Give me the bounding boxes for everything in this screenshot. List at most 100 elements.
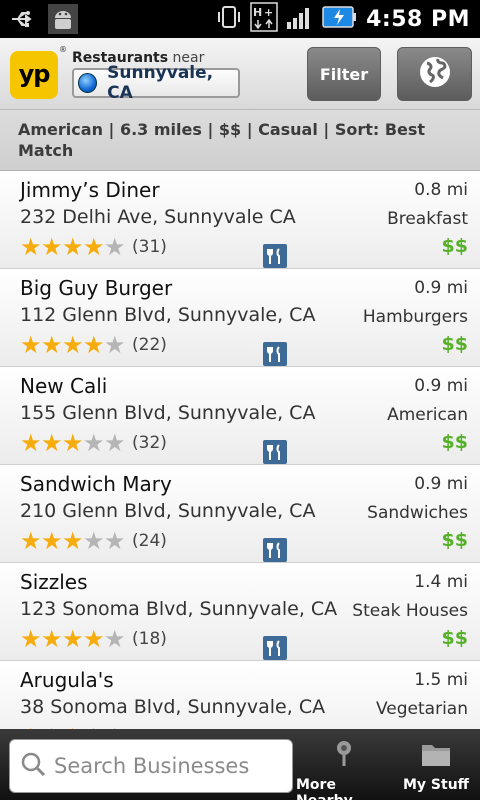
star-icon: ★ [104,429,126,457]
map-pin-icon [332,739,356,773]
menu-utensils-icon[interactable] [263,244,287,268]
location-selector[interactable]: Sunnyvale, CA [72,63,240,103]
folder-icon [420,739,452,773]
star-icon: ★ [41,233,63,261]
review-count: (32) [132,433,167,453]
business-category: Vegetarian [375,699,468,719]
location-globe-icon [78,73,98,93]
android-debug-icon [48,4,78,38]
rating: ★ ★ ★ ★ ★ (18) [20,627,167,651]
svg-text:+: + [264,6,273,19]
star-icon: ★ [62,527,84,555]
business-address: 232 Delhi Ave, Sunnyvale CA [20,206,296,228]
star-icon: ★ [104,527,126,555]
more-nearby-button[interactable]: More Nearby [296,739,392,809]
result-row[interactable]: Sandwich Mary 210 Glenn Blvd, Sunnyvale,… [0,465,480,563]
rating: ★ ★ ★ ★ ★ (31) [20,235,167,259]
business-address: 155 Glenn Blvd, Sunnyvale, CA [20,402,316,424]
price-level: $$ [441,529,468,551]
business-distance: 0.9 mi [414,474,468,494]
star-icon: ★ [20,331,42,359]
battery-icon [322,5,358,33]
star-icon: ★ [41,527,63,555]
app-header: yp ® Restaurants near Sunnyvale, CA Filt… [0,38,480,110]
globe-icon [418,55,452,93]
hsdpa-icon: H + [250,2,278,36]
star-icon: ★ [62,429,84,457]
menu-utensils-icon[interactable] [263,342,287,366]
business-name: Big Guy Burger [20,276,173,300]
rating: ★ ★ ★ ★ ★ (32) [20,431,167,455]
result-row[interactable]: New Cali 155 Glenn Blvd, Sunnyvale, CA ★… [0,367,480,465]
star-icon: ★ [20,429,42,457]
star-icon: ★ [104,625,126,653]
star-icon: ★ [83,331,105,359]
usb-icon [10,8,36,34]
logo-text: yp [18,60,51,88]
more-nearby-label: More Nearby [296,777,353,809]
business-distance: 1.4 mi [414,572,468,592]
result-row[interactable]: Jimmy’s Diner 232 Delhi Ave, Sunnyvale C… [0,171,480,269]
star-icon: ★ [104,331,126,359]
price-level: $$ [441,627,468,649]
business-distance: 0.9 mi [414,278,468,298]
search-input[interactable]: Search Businesses [9,739,293,793]
svg-text:H: H [253,6,262,19]
star-icon: ★ [20,527,42,555]
review-count: (24) [132,531,167,551]
menu-utensils-icon[interactable] [263,440,287,464]
star-icon: ★ [62,331,84,359]
map-view-button[interactable] [397,47,472,101]
business-category: Breakfast [387,209,468,229]
star-icon: ★ [83,527,105,555]
business-name: New Cali [20,374,108,398]
vibrate-icon [216,4,242,34]
star-icon: ★ [83,429,105,457]
result-row[interactable]: Sizzles 123 Sonoma Blvd, Sunnyvale, CA ★… [0,563,480,661]
my-stuff-button[interactable]: My Stuff [398,739,474,795]
filter-summary[interactable]: American | 6.3 miles | $$ | Casual | Sor… [0,110,480,171]
review-count: (18) [132,629,167,649]
yp-logo[interactable]: yp ® [10,45,67,99]
price-level: $$ [441,333,468,355]
status-bar: H + 4:58 PM [0,0,480,38]
review-count: (22) [132,335,167,355]
filter-button[interactable]: Filter [307,47,381,101]
business-distance: 0.9 mi [414,376,468,396]
business-category: Sandwiches [367,503,468,523]
price-level: $$ [441,431,468,453]
business-address: 123 Sonoma Blvd, Sunnyvale, CA [20,598,338,620]
menu-utensils-icon[interactable] [263,538,287,562]
business-distance: 0.8 mi [414,180,468,200]
result-row[interactable]: Arugula's 38 Sonoma Blvd, Sunnyvale, CA … [0,661,480,729]
rating: ★ ★ ★ ★ ★ (22) [20,333,167,357]
business-name: Arugula's [20,668,114,692]
star-icon: ★ [62,233,84,261]
result-row[interactable]: Big Guy Burger 112 Glenn Blvd, Sunnyvale… [0,269,480,367]
business-category: American [387,405,468,425]
business-category: Hamburgers [362,307,468,327]
star-icon: ★ [41,429,63,457]
star-icon: ★ [20,625,42,653]
business-name: Sizzles [20,570,88,594]
business-name: Sandwich Mary [20,472,172,496]
business-address: 210 Glenn Blvd, Sunnyvale, CA [20,500,316,522]
business-address: 112 Glenn Blvd, Sunnyvale, CA [20,304,316,326]
star-icon: ★ [20,233,42,261]
star-icon: ★ [62,625,84,653]
review-count: (31) [132,237,167,257]
menu-utensils-icon[interactable] [263,636,287,660]
business-category: Steak Houses [352,601,468,621]
business-name: Jimmy’s Diner [20,178,160,202]
business-distance: 1.5 mi [414,670,468,690]
location-text: Sunnyvale, CA [107,63,214,103]
star-icon: ★ [41,331,63,359]
star-icon: ★ [83,233,105,261]
business-address: 38 Sonoma Blvd, Sunnyvale, CA [20,696,326,718]
search-icon [20,751,46,781]
clock: 4:58 PM [366,6,470,32]
star-icon: ★ [41,625,63,653]
price-level: $$ [441,235,468,257]
results-list: Jimmy’s Diner 232 Delhi Ave, Sunnyvale C… [0,171,480,729]
signal-icon [286,4,314,34]
